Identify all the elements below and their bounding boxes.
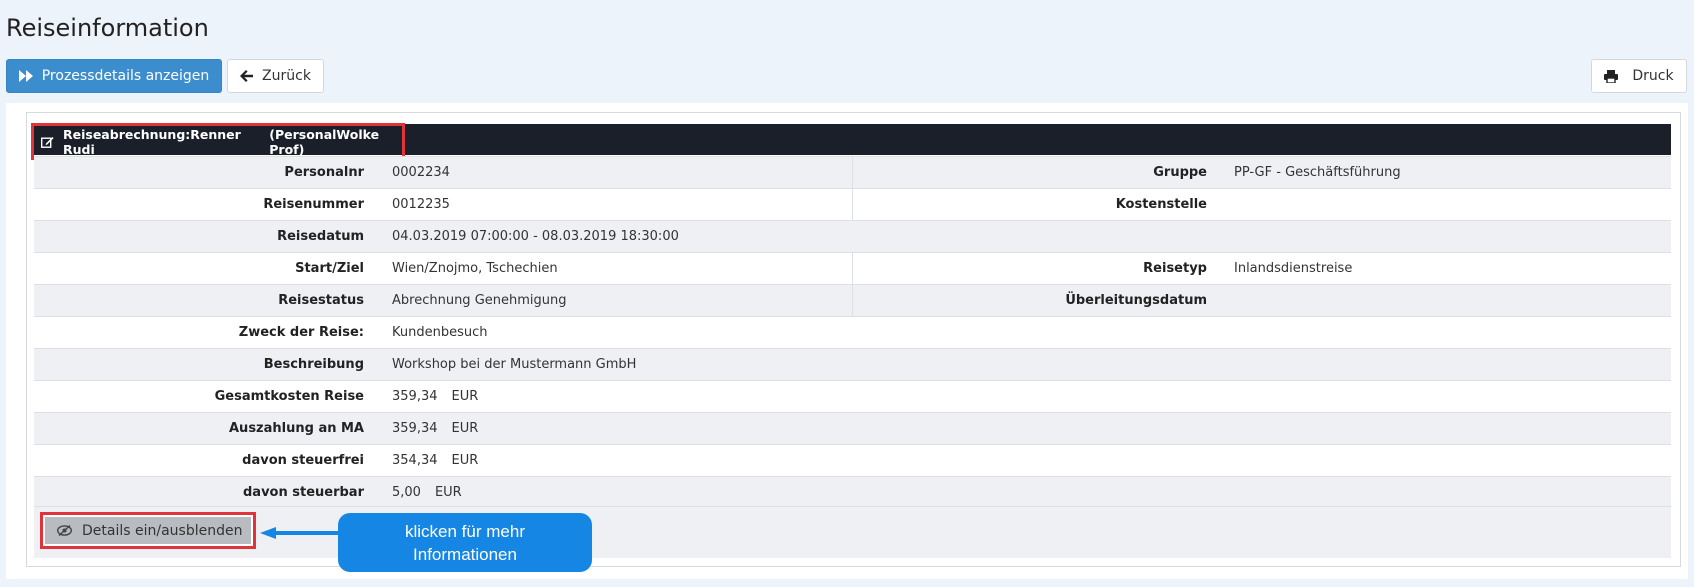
- edit-icon: [41, 136, 54, 148]
- travel-details-box: Reiseabrechnung:Renner Rudi (PersonalWol…: [26, 112, 1681, 567]
- auszahlung-label: Auszahlung an MA: [229, 421, 364, 436]
- steuerbar-label: davon steuerbar: [242, 485, 364, 500]
- back-button[interactable]: Zurück: [227, 59, 324, 93]
- zweck-label: Zweck der Reise:: [238, 325, 364, 340]
- currency-label: EUR: [451, 421, 479, 436]
- reisestatus-label: Reisestatus: [278, 293, 364, 308]
- row-auszahlung: Auszahlung an MA 359,34 EUR: [34, 412, 1671, 444]
- reisestatus-value: Abrechnung Genehmigung: [392, 293, 567, 308]
- gesamtkosten-label: Gesamtkosten Reise: [214, 389, 364, 404]
- steuerbar-amount: 5,00: [392, 485, 421, 500]
- kostenstelle-label: Kostenstelle: [1115, 197, 1207, 212]
- printer-icon: [1604, 69, 1619, 83]
- gesamtkosten-value: 359,34 EUR: [392, 381, 478, 412]
- callout-line-2: Informationen: [413, 544, 517, 564]
- steuerfrei-value: 354,34 EUR: [392, 445, 478, 476]
- header-title-text: Reiseabrechnung:Renner Rudi: [63, 126, 241, 157]
- currency-label: EUR: [451, 453, 479, 468]
- zweck-value: Kundenbesuch: [392, 325, 488, 340]
- back-label: Zurück: [262, 68, 311, 84]
- steuerfrei-amount: 354,34: [392, 453, 438, 468]
- gesamtkosten-amount: 359,34: [392, 389, 438, 404]
- currency-label: EUR: [451, 389, 479, 404]
- currency-label: EUR: [434, 485, 462, 500]
- steuerfrei-label: davon steuerfrei: [242, 453, 364, 468]
- print-button[interactable]: Druck: [1591, 59, 1687, 93]
- fast-forward-icon: [18, 70, 33, 82]
- auszahlung-amount: 359,34: [392, 421, 438, 436]
- toggle-highlight: Details ein/ausblenden: [40, 512, 256, 549]
- toggle-details-button[interactable]: Details ein/ausblenden: [45, 517, 251, 544]
- arrow-left-icon: [240, 70, 254, 82]
- beschreibung-label: Beschreibung: [263, 357, 364, 372]
- startziel-value: Wien/Znojmo, Tschechien: [392, 261, 558, 276]
- ueberleitungsdatum-label: Überleitungsdatum: [1065, 293, 1207, 308]
- reisedatum-label: Reisedatum: [277, 229, 364, 244]
- toggle-details-label: Details ein/ausblenden: [82, 522, 243, 539]
- row-beschreibung: Beschreibung Workshop bei der Mustermann…: [34, 348, 1671, 380]
- personalnr-value: 0002234: [392, 165, 450, 180]
- row-personalnr: Personalnr 0002234 Gruppe PP-GF - Geschä…: [34, 156, 1671, 188]
- gruppe-label: Gruppe: [1153, 165, 1207, 180]
- travel-panel: Reiseabrechnung:Renner Rudi (PersonalWol…: [6, 103, 1688, 579]
- row-reisedatum: Reisedatum 04.03.2019 07:00:00 - 08.03.2…: [34, 220, 1671, 252]
- row-startziel: Start/Ziel Wien/Znojmo, Tschechien Reise…: [34, 252, 1671, 284]
- auszahlung-value: 359,34 EUR: [392, 413, 478, 444]
- travel-header-title: Reiseabrechnung:Renner Rudi (PersonalWol…: [31, 123, 405, 160]
- row-reisestatus: Reisestatus Abrechnung Genehmigung Überl…: [34, 284, 1671, 316]
- row-gesamtkosten: Gesamtkosten Reise 359,34 EUR: [34, 380, 1671, 412]
- reisenummer-label: Reisenummer: [263, 197, 364, 212]
- reisedatum-value: 04.03.2019 07:00:00 - 08.03.2019 18:30:0…: [392, 229, 679, 244]
- callout-line-1: klicken für mehr: [405, 521, 525, 541]
- startziel-label: Start/Ziel: [295, 261, 364, 276]
- row-steuerbar: davon steuerbar 5,00 EUR: [34, 476, 1671, 508]
- show-process-details-label: Prozessdetails anzeigen: [41, 68, 210, 84]
- eye-slash-icon: [57, 525, 72, 536]
- page-title: Reiseinformation: [6, 14, 209, 42]
- row-reisenummer: Reisenummer 0012235 Kostenstelle: [34, 188, 1671, 220]
- reisetyp-label: Reisetyp: [1143, 261, 1207, 276]
- row-steuerfrei: davon steuerfrei 354,34 EUR: [34, 444, 1671, 476]
- steuerbar-value: 5,00 EUR: [392, 477, 462, 508]
- print-label: Druck: [1632, 68, 1674, 84]
- reisenummer-value: 0012235: [392, 197, 450, 212]
- show-process-details-button[interactable]: Prozessdetails anzeigen: [6, 59, 222, 93]
- callout-arrow-icon: [260, 527, 340, 539]
- help-callout: klicken für mehr Informationen: [338, 513, 592, 572]
- row-zweck: Zweck der Reise: Kundenbesuch: [34, 316, 1671, 348]
- header-org-text: (PersonalWolke Prof): [269, 126, 380, 157]
- beschreibung-value: Workshop bei der Mustermann GmbH: [392, 357, 637, 372]
- personalnr-label: Personalnr: [284, 165, 364, 180]
- reisetyp-value: Inlandsdienstreise: [1234, 261, 1353, 276]
- gruppe-value: PP-GF - Geschäftsführung: [1234, 165, 1401, 180]
